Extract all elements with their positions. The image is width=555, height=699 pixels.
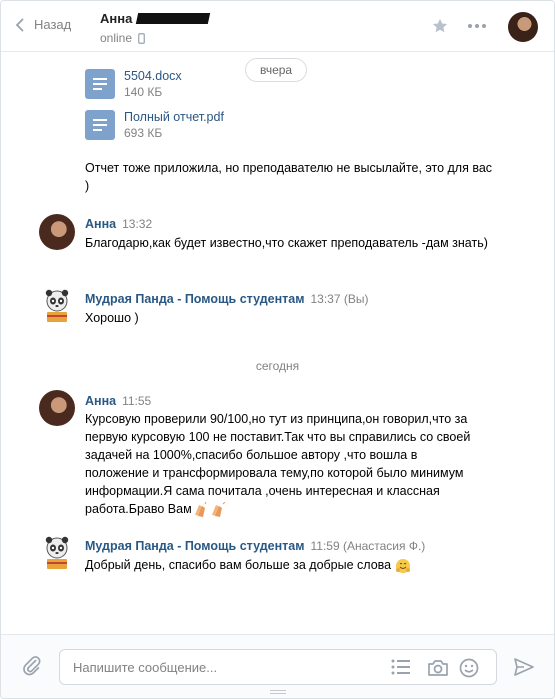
message-composer: Напишите сообщение... — [1, 634, 554, 698]
author-name[interactable]: Мудрая Панда - Помощь студентам — [85, 292, 304, 306]
message-time: 11:55 — [122, 394, 152, 408]
file-name[interactable]: 5504.docx — [124, 69, 182, 83]
send-icon[interactable] — [514, 657, 534, 677]
message-text: Отчет тоже приложила, но преподавателю н… — [85, 161, 493, 193]
more-icon[interactable] — [467, 23, 487, 29]
attach-icon[interactable] — [21, 655, 43, 677]
author-name[interactable]: Мудрая Панда - Помощь студентам — [85, 539, 304, 553]
author-name[interactable]: Анна — [85, 394, 116, 408]
message-text: Добрый день, спасибо вам больше за добры… — [85, 558, 392, 572]
message-header: Мудрая Панда - Помощь студентам 13:37 (Вы… — [85, 292, 368, 306]
document-icon — [85, 110, 115, 140]
hugging-face-icon — [395, 558, 410, 573]
author-name[interactable]: Анна — [85, 217, 116, 231]
message-text: Курсовую проверили 90/100,но тут из прин… — [85, 412, 471, 516]
redacted-surname — [136, 13, 211, 24]
star-icon[interactable] — [431, 17, 449, 35]
templates-icon[interactable] — [391, 658, 411, 676]
attachment-docx[interactable]: 5504.docx 140 КБ — [85, 69, 182, 99]
avatar[interactable] — [39, 390, 75, 426]
back-label: Назад — [34, 17, 72, 32]
day-divider: сегодня — [255, 359, 300, 373]
mobile-icon — [138, 32, 145, 44]
message-text: Благодарю,как будет известно,что скажет … — [85, 236, 488, 250]
peer-name: Анна — [100, 11, 133, 26]
message-input[interactable]: Напишите сообщение... — [59, 649, 497, 685]
chevron-left-icon — [15, 18, 24, 31]
file-size: 140 КБ — [124, 85, 163, 99]
message-time: 13:32 — [122, 217, 153, 231]
peer-status: online — [100, 31, 133, 45]
message-block: Добрый день, спасибо вам больше за добры… — [85, 556, 495, 574]
panda-avatar-icon[interactable] — [41, 288, 73, 324]
date-pill[interactable]: вчера — [245, 58, 308, 82]
message-time: 13:37 (Вы) — [310, 292, 369, 306]
resize-handle[interactable] — [270, 690, 286, 694]
camera-icon[interactable] — [427, 658, 449, 678]
avatar[interactable] — [39, 214, 75, 250]
message-history: вчера 5504.docx 140 КБ Полный отчет.pdf … — [1, 53, 554, 633]
message-header: Анна 13:32 — [85, 217, 152, 231]
peer-info[interactable]: Анна online — [100, 11, 211, 45]
peer-avatar[interactable] — [508, 12, 538, 42]
attachment-pdf[interactable]: Полный отчет.pdf 693 КБ — [85, 110, 224, 140]
message-block: Курсовую проверили 90/100,но тут из прин… — [85, 410, 480, 518]
message-header: Анна 11:55 — [85, 394, 151, 408]
file-name[interactable]: Полный отчет.pdf — [124, 110, 224, 124]
input-placeholder: Напишите сообщение... — [73, 660, 218, 675]
file-size: 693 КБ — [124, 126, 163, 140]
emoji-icon[interactable] — [459, 658, 479, 678]
document-icon — [85, 69, 115, 99]
chat-window: Назад Анна online вчера 5504.docx 140 КБ — [0, 0, 555, 699]
chat-header: Назад Анна online — [1, 1, 554, 52]
panda-avatar-icon[interactable] — [41, 535, 73, 571]
message-header: Мудрая Панда - Помощь студентам 11:59 (Ан… — [85, 539, 425, 553]
back-button[interactable]: Назад — [15, 17, 71, 32]
message-time: 11:59 (Анастасия Ф.) — [310, 539, 426, 553]
clapping-hands-icon — [194, 501, 226, 517]
message-text: Хорошо ) — [85, 311, 139, 325]
